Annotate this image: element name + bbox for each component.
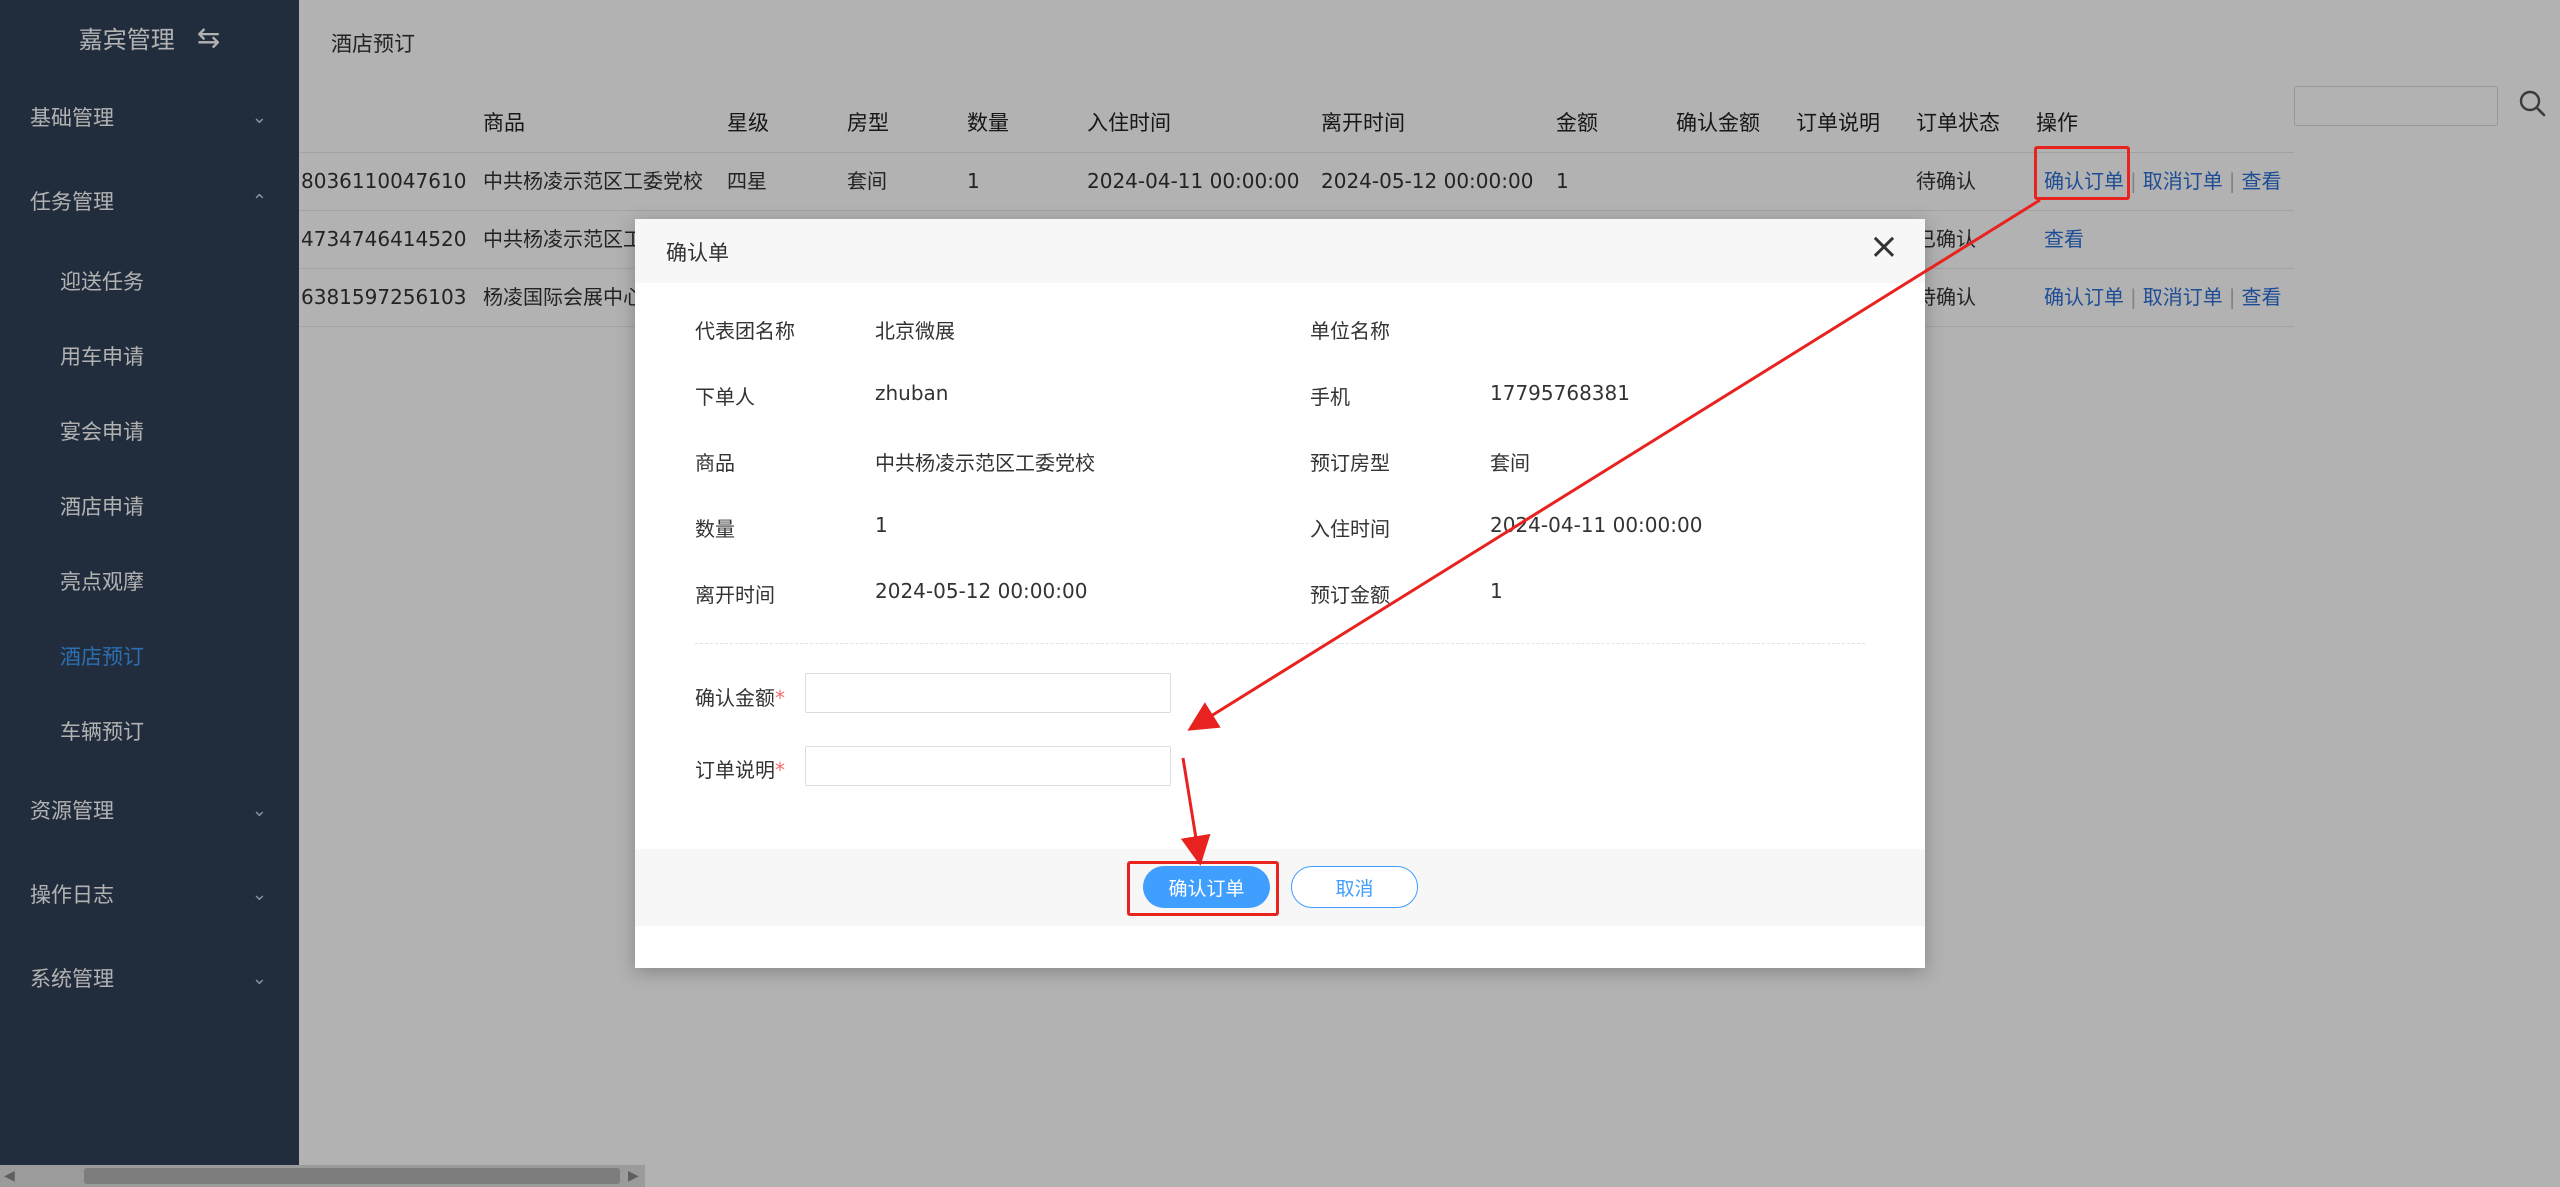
orderer-value: zhuban <box>875 381 949 405</box>
dialog-divider <box>695 643 1865 644</box>
delegation-label: 代表团名称 <box>695 319 795 343</box>
amount-label: 预订金额 <box>1310 583 1390 607</box>
field-label-text: 订单说明 <box>695 758 775 782</box>
close-icon[interactable]: × <box>1869 229 1899 265</box>
unit-label: 单位名称 <box>1310 319 1390 343</box>
goods-label: 商品 <box>695 451 735 475</box>
qty-label: 数量 <box>695 517 735 541</box>
dialog-header: 确认单 × <box>635 219 1925 283</box>
room-label: 预订房型 <box>1310 451 1390 475</box>
dialog-title: 确认单 <box>666 241 729 265</box>
checkout-label: 离开时间 <box>695 583 775 607</box>
confirm-dialog: 确认单 × 代表团名称 北京微展 单位名称 下单人 zhuban 手机 1779… <box>635 219 1925 968</box>
confirm-amount-input[interactable] <box>805 673 1171 713</box>
required-mark: * <box>775 758 785 782</box>
confirm-amount-label: 确认金额* <box>695 682 785 711</box>
order-note-input[interactable] <box>805 746 1171 786</box>
goods-value: 中共杨凌示范区工委党校 <box>875 451 1095 475</box>
phone-value: 17795768381 <box>1490 381 1630 405</box>
qty-value: 1 <box>875 513 888 537</box>
delegation-value: 北京微展 <box>875 319 955 343</box>
field-label-text: 确认金额 <box>695 686 775 710</box>
confirm-order-button[interactable]: 确认订单 <box>1143 866 1270 908</box>
phone-label: 手机 <box>1310 385 1350 409</box>
checkout-value: 2024-05-12 00:00:00 <box>875 579 1088 603</box>
cancel-button[interactable]: 取消 <box>1291 866 1418 908</box>
checkin-label: 入住时间 <box>1310 517 1390 541</box>
orderer-label: 下单人 <box>695 385 755 409</box>
room-value: 套间 <box>1490 451 1530 475</box>
amount-value: 1 <box>1490 579 1503 603</box>
required-mark: * <box>775 686 785 710</box>
order-note-label: 订单说明* <box>695 754 785 783</box>
dialog-footer: 确认订单 取消 <box>635 849 1925 926</box>
checkin-value: 2024-04-11 00:00:00 <box>1490 513 1703 537</box>
